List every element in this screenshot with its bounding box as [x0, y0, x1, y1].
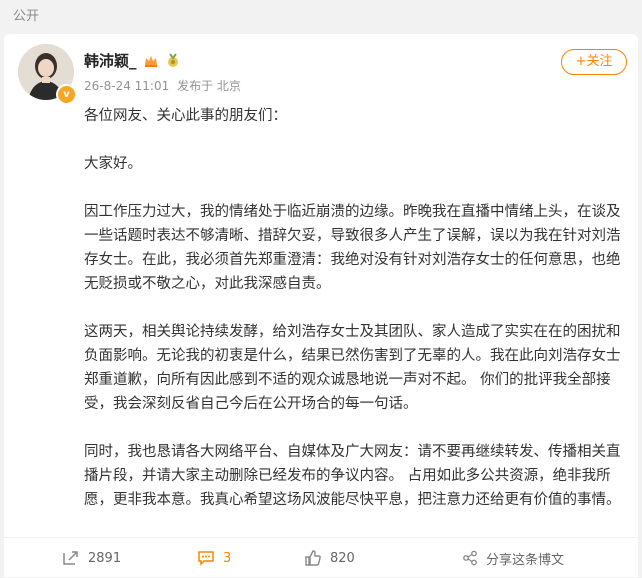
action-bar: 2891 3 820 分享这条博文: [4, 537, 638, 578]
post-meta: 26-8-24 11:01 发布于 北京: [84, 77, 241, 94]
crown-icon: [144, 55, 157, 67]
like-button[interactable]: 820: [304, 549, 355, 567]
timestamp[interactable]: 26-8-24 11:01: [84, 79, 169, 93]
repost-count: 2891: [88, 550, 122, 566]
repost-button[interactable]: 2891: [62, 549, 121, 567]
medal-icon: [167, 52, 178, 67]
post-paragraph: 这两天，相关舆论持续发酵，给刘浩存女士及其团队、家人造成了实实在在的困扰和负面影…: [84, 324, 621, 412]
comment-count: 3: [223, 550, 232, 566]
comment-icon: [198, 551, 214, 566]
username[interactable]: 韩沛颖_: [84, 50, 137, 71]
share-button[interactable]: 分享这条博文: [462, 549, 564, 568]
comment-button[interactable]: 3: [197, 549, 231, 567]
visibility-label: 公开: [0, 0, 642, 34]
post-paragraph: 因工作压力过大，我的情绪处于临近崩溃的边缘。昨晚我在直播中情绪上头，在谈及一些话…: [84, 204, 621, 292]
like-count: 820: [330, 550, 355, 566]
post-paragraph: 各位网友、关心此事的朋友们：: [84, 108, 287, 124]
post-paragraph: 大家好。: [84, 156, 142, 172]
post-content: 各位网友、关心此事的朋友们： 大家好。 因工作压力过大，我的情绪处于临近崩溃的边…: [84, 104, 629, 512]
repost-icon: [63, 551, 78, 565]
verified-badge-icon: v: [56, 84, 77, 105]
post-card: v 韩沛颖_ 26-8-24 11:01 发布于 北京 +关注 各位网友、关心此…: [4, 34, 638, 577]
location: 发布于 北京: [177, 79, 241, 93]
follow-button[interactable]: +关注: [561, 49, 627, 75]
like-icon: [305, 550, 321, 566]
post-paragraph: 同时，我也恳请各大网络平台、自媒体及广大网友：请不要再继续转发、传播相关直播片段…: [84, 444, 621, 508]
share-icon: [463, 550, 477, 566]
share-label: 分享这条博文: [486, 552, 565, 568]
